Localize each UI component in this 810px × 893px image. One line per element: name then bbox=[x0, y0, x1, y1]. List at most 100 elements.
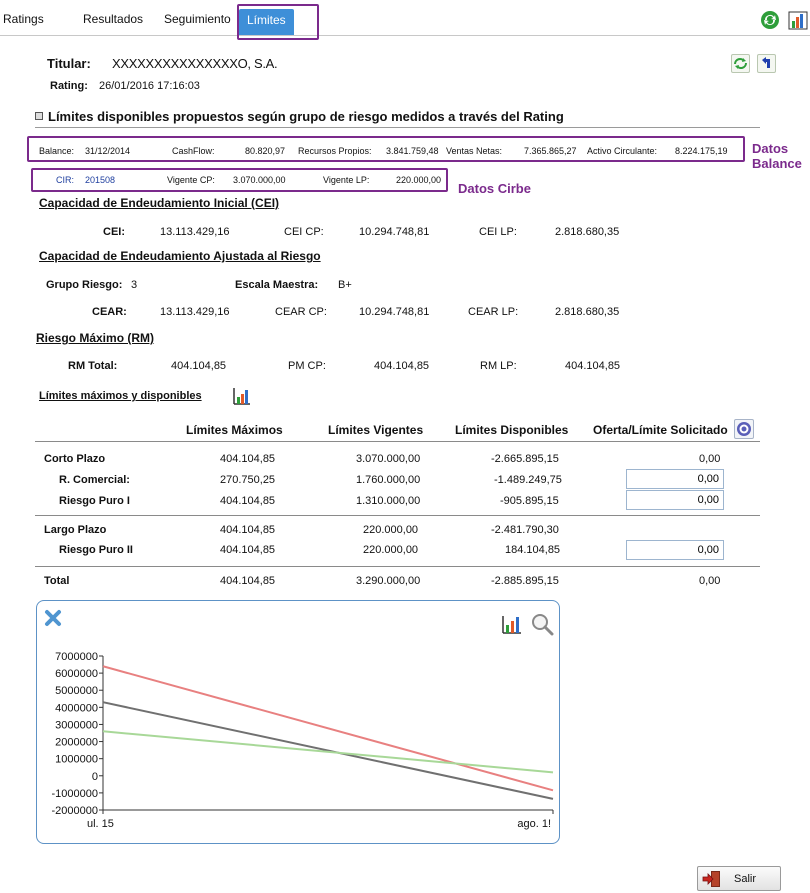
table-header-divider bbox=[35, 441, 760, 442]
cear-label: CEAR: bbox=[92, 306, 127, 318]
cear-lp-label: CEAR LP: bbox=[468, 306, 519, 318]
tab-ratings[interactable]: Ratings bbox=[3, 12, 44, 26]
recursos-propios-label: Recursos Propios: bbox=[298, 146, 372, 156]
row-disp-riesgo-puro-ii: 184.104,85 bbox=[505, 544, 561, 556]
row-label-riesgo-puro-ii: Riesgo Puro II bbox=[59, 544, 133, 556]
back-button[interactable] bbox=[757, 54, 776, 73]
titular-label: Titular: bbox=[47, 56, 91, 71]
titular-value: XXXXXXXXXXXXXXXO, S.A. bbox=[112, 56, 278, 71]
activo-circulante-label: Activo Circulante: bbox=[587, 146, 658, 156]
row-disp-riesgo-puro-i: -905.895,15 bbox=[500, 495, 559, 507]
cear-lp-value: 2.818.680,35 bbox=[555, 306, 620, 318]
row-max-riesgo-puro-ii: 404.104,85 bbox=[220, 544, 276, 556]
section-divider bbox=[35, 127, 760, 128]
row-max-riesgo-puro-i: 404.104,85 bbox=[220, 495, 276, 507]
activo-circulante-value: 8.224.175,19 bbox=[675, 146, 728, 156]
cei-cp-label: CEI CP: bbox=[284, 226, 324, 238]
row-disp-total: -2.885.895,15 bbox=[491, 575, 559, 587]
row-oferta-total: 0,00 bbox=[699, 575, 721, 587]
row-vig-largo-plazo: 220.000,00 bbox=[363, 524, 419, 536]
grupo-riesgo-value: 3 bbox=[131, 279, 138, 291]
salir-button[interactable]: Salir bbox=[697, 866, 781, 891]
refresh-icon[interactable] bbox=[759, 9, 781, 31]
row-max-largo-plazo: 404.104,85 bbox=[220, 524, 276, 536]
y-tick-label: -1000000 bbox=[52, 788, 99, 800]
oferta-input-riesgo-puro-i[interactable] bbox=[626, 490, 724, 510]
cear-cp-value: 10.294.748,81 bbox=[359, 306, 430, 318]
chart-panel: 7000000 6000000 5000000 4000000 3000000 20000… bbox=[36, 600, 560, 844]
series-line-2 bbox=[102, 701, 554, 800]
balance-label: Balance: bbox=[39, 146, 75, 156]
rm-total-value: 404.104,85 bbox=[171, 360, 227, 372]
annotation-datos-cirbe: Datos Cirbe bbox=[458, 181, 531, 196]
row-max-total: 404.104,85 bbox=[220, 575, 276, 587]
cei-value: 13.113.429,16 bbox=[160, 226, 230, 238]
row-vig-riesgo-puro-i: 1.310.000,00 bbox=[356, 495, 421, 507]
row-max-corto-plazo: 404.104,85 bbox=[220, 453, 276, 465]
rating-value: 26/01/2016 17:16:03 bbox=[99, 80, 200, 92]
y-tick-label: 3000000 bbox=[55, 719, 98, 731]
vigente-lp-value: 220.000,00 bbox=[396, 175, 442, 185]
target-icon bbox=[737, 422, 751, 436]
balance-value: 31/12/2014 bbox=[85, 146, 131, 156]
tab-resultados[interactable]: Resultados bbox=[83, 12, 143, 26]
series-line-1 bbox=[102, 665, 554, 792]
bar-chart-icon[interactable] bbox=[788, 9, 808, 31]
y-tick-label: -2000000 bbox=[52, 805, 99, 817]
cir-value: 201508 bbox=[85, 175, 116, 185]
tab-bar: Ratings Resultados Seguimiento Límites bbox=[0, 0, 810, 36]
row-label-corto-plazo: Corto Plazo bbox=[44, 453, 106, 465]
section-title: Límites disponibles propuestos según gru… bbox=[48, 109, 564, 124]
limits-chart-button[interactable] bbox=[232, 386, 252, 406]
table-divider-total bbox=[35, 566, 760, 567]
annotation-balance: Balance bbox=[752, 156, 802, 171]
ventas-netas-value: 7.365.865,27 bbox=[524, 146, 577, 156]
y-tick-label: 5000000 bbox=[55, 685, 98, 697]
y-tick-label: 6000000 bbox=[55, 668, 98, 680]
row-vig-r-comercial: 1.760.000,00 bbox=[356, 474, 421, 486]
collapse-icon[interactable] bbox=[35, 112, 43, 120]
row-vig-riesgo-puro-ii: 220.000,00 bbox=[363, 544, 419, 556]
cei-lp-label: CEI LP: bbox=[479, 226, 517, 238]
col-header-disp: Límites Disponibles bbox=[455, 423, 569, 437]
oferta-input-r-comercial[interactable] bbox=[626, 469, 724, 489]
salir-label: Salir bbox=[734, 873, 757, 885]
vigente-cp-label: Vigente CP: bbox=[167, 175, 215, 185]
sync-button[interactable] bbox=[731, 54, 750, 73]
cear-title: Capacidad de Endeudamiento Ajustada al R… bbox=[39, 249, 321, 263]
y-tick-label: 7000000 bbox=[55, 651, 98, 663]
rm-cp-value: 404.104,85 bbox=[374, 360, 430, 372]
y-tick-label: 1000000 bbox=[55, 754, 98, 766]
col-header-max: Límites Máximos bbox=[186, 423, 283, 437]
sync-icon bbox=[734, 58, 747, 69]
rm-total-label: RM Total: bbox=[68, 360, 118, 372]
rm-lp-value: 404.104,85 bbox=[565, 360, 621, 372]
tab-seguimiento[interactable]: Seguimiento bbox=[164, 12, 231, 26]
annotation-datos: Datos bbox=[752, 141, 789, 156]
table-divider-lp bbox=[35, 515, 760, 516]
row-oferta-corto-plazo: 0,00 bbox=[699, 453, 721, 465]
row-vig-corto-plazo: 3.070.000,00 bbox=[356, 453, 421, 465]
row-label-total: Total bbox=[44, 575, 70, 587]
grupo-riesgo-label: Grupo Riesgo: bbox=[46, 279, 123, 291]
cei-title: Capacidad de Endeudamiento Inicial (CEI) bbox=[39, 196, 280, 210]
limits-title: Límites máximos y disponibles bbox=[39, 390, 202, 402]
y-tick-label: 4000000 bbox=[55, 702, 98, 714]
escala-maestra-label: Escala Maestra: bbox=[235, 279, 319, 291]
cear-cp-label: CEAR CP: bbox=[275, 306, 327, 318]
oferta-input-riesgo-puro-ii[interactable] bbox=[626, 540, 724, 560]
row-disp-largo-plazo: -2.481.790,30 bbox=[491, 524, 559, 536]
cashflow-label: CashFlow: bbox=[172, 146, 215, 156]
cir-label: CIR: bbox=[56, 175, 74, 185]
rm-cp-label: PM CP: bbox=[288, 360, 326, 372]
row-vig-total: 3.290.000,00 bbox=[356, 575, 421, 587]
recursos-propios-value: 3.841.759,48 bbox=[386, 146, 439, 156]
ventas-netas-label: Ventas Netas: bbox=[446, 146, 503, 156]
oferta-info-button[interactable] bbox=[734, 419, 754, 439]
cear-value: 13.113.429,16 bbox=[160, 306, 230, 318]
back-arrow-icon bbox=[762, 57, 770, 68]
row-label-riesgo-puro-i: Riesgo Puro I bbox=[59, 495, 130, 507]
exit-door-icon bbox=[702, 871, 720, 887]
vigente-cp-value: 3.070.000,00 bbox=[233, 175, 286, 185]
row-disp-r-comercial: -1.489.249,75 bbox=[494, 474, 562, 486]
